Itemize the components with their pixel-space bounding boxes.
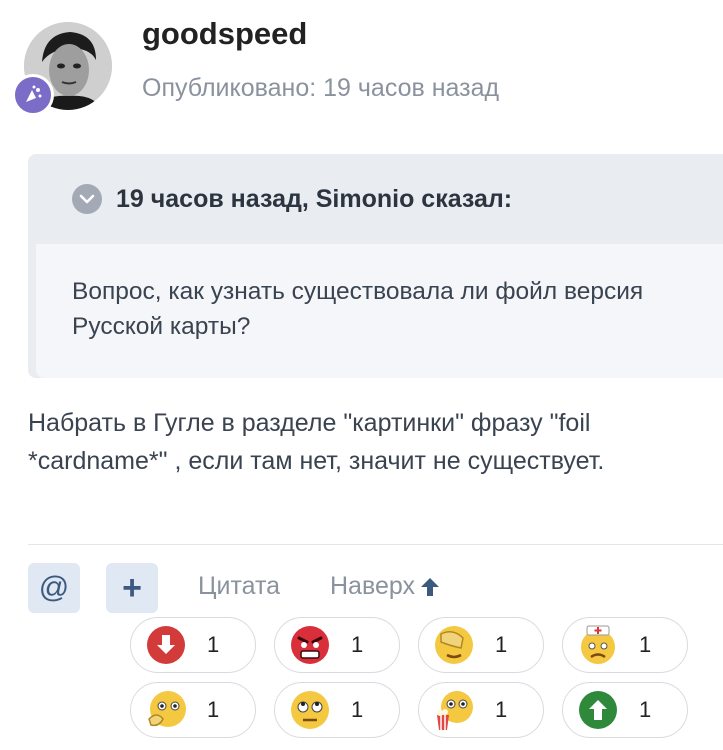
divider	[28, 544, 723, 545]
quote-line-1: Вопрос, как узнать существовала ли фойл …	[72, 278, 644, 305]
add-label: +	[122, 568, 142, 607]
quote-header-text: 19 часов назад, Simonio сказал:	[116, 184, 513, 213]
post-line-2: *cardname*" , если там нет, значит не су…	[28, 447, 605, 475]
reaction-count: 1	[207, 632, 220, 657]
mention-button[interactable]: @	[28, 563, 80, 613]
top-label: Наверх	[330, 572, 415, 600]
reaction-count: 1	[495, 632, 508, 657]
reaction-count: 1	[639, 632, 652, 657]
published-time: Опубликовано: 19 часов назад	[142, 74, 500, 102]
quote-header[interactable]: 19 часов назад, Simonio сказал:	[72, 184, 512, 214]
quote-body: Вопрос, как узнать существовала ли фойл …	[36, 244, 723, 378]
add-button[interactable]: +	[106, 563, 158, 613]
facepalm-icon	[435, 626, 473, 664]
reaction-count: 1	[639, 697, 652, 722]
reaction-downvote[interactable]: 1	[130, 617, 256, 673]
popcorn-face-icon	[437, 691, 473, 730]
reaction-count: 1	[495, 697, 508, 722]
rolling-eyes-icon	[291, 691, 329, 729]
sick-face-icon	[581, 625, 615, 664]
quote-text: Вопрос, как узнать существовала ли фойл …	[72, 274, 723, 344]
reaction-thinking[interactable]: 1	[130, 682, 256, 738]
angry-face-icon	[291, 626, 329, 664]
top-link[interactable]: Наверх	[330, 572, 441, 601]
reaction-popcorn[interactable]: 1	[418, 682, 544, 738]
mention-label: @	[38, 571, 70, 604]
chevron-down-icon[interactable]	[72, 184, 102, 214]
reaction-upvote[interactable]: 1	[562, 682, 688, 738]
reaction-count: 1	[207, 697, 220, 722]
reaction-angry[interactable]: 1	[274, 617, 400, 673]
upvote-icon	[579, 691, 617, 729]
quote-block: 19 часов назад, Simonio сказал: Вопрос, …	[28, 154, 723, 378]
avatar-wrap	[12, 22, 116, 116]
quote-link[interactable]: Цитата	[198, 572, 280, 601]
reaction-count: 1	[351, 697, 364, 722]
post-body: Набрать в Гугле в разделе "картинки" фра…	[28, 404, 708, 480]
quote-line-2: Русской карты?	[72, 313, 251, 340]
reaction-count: 1	[351, 632, 364, 657]
reaction-rolling-eyes[interactable]: 1	[274, 682, 400, 738]
arrow-up-icon	[421, 577, 439, 596]
post-line-1: Набрать в Гугле в разделе "картинки" фра…	[28, 409, 591, 437]
rank-badge-icon	[12, 74, 54, 116]
username-link[interactable]: goodspeed	[142, 16, 307, 52]
reaction-facepalm[interactable]: 1	[418, 617, 544, 673]
downvote-icon	[147, 626, 185, 664]
reaction-sick[interactable]: 1	[562, 617, 688, 673]
thinking-face-icon	[148, 691, 186, 727]
